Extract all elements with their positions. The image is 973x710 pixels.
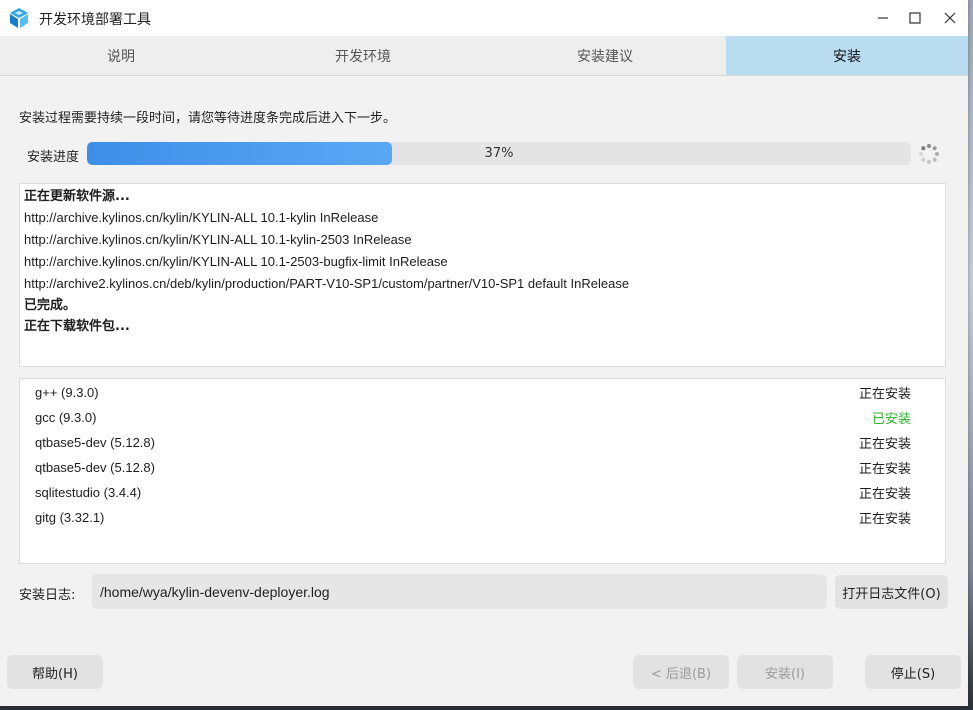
back-button[interactable]: < 后退(B) [633, 655, 729, 689]
title-bar: 开发环境部署工具 [0, 0, 968, 36]
open-log-file-button[interactable]: 打开日志文件(O) [835, 575, 948, 609]
progress-percent: 37% [484, 146, 514, 161]
package-name: gcc (9.3.0) [35, 410, 97, 425]
package-row[interactable]: qtbase5-dev (5.12.8) 正在安装 [20, 430, 945, 455]
package-status: 正在安装 [858, 387, 911, 402]
progress-label: 安装进度 [27, 150, 80, 165]
package-list: g++ (9.3.0) 正在安装 gcc (9.3.0) 已安装 qtbase5… [19, 378, 946, 564]
package-row[interactable]: gcc (9.3.0) 已安装 [20, 405, 945, 430]
package-row[interactable]: g++ (9.3.0) 正在安装 [20, 380, 945, 405]
install-log-path-field[interactable]: /home/wya/kylin-devenv-deployer.log [92, 574, 827, 609]
loading-spinner-icon [919, 144, 939, 164]
window-title: 开发环境部署工具 [39, 12, 151, 28]
tab-dev-environment[interactable]: 开发环境 [242, 36, 484, 75]
tab-bar: 说明 开发环境 安装建议 安装 [0, 36, 968, 76]
log-line: 正在更新软件源... [24, 189, 130, 204]
package-status: 已安装 [871, 412, 911, 427]
update-log-output[interactable]: 正在更新软件源... http://archive.kylinos.cn/kyl… [19, 183, 946, 367]
log-line: http://archive.kylinos.cn/kylin/KYLIN-AL… [24, 210, 379, 225]
package-name: sqlitestudio (3.4.4) [35, 485, 142, 500]
minimize-button[interactable] [868, 4, 898, 32]
package-row[interactable]: gitg (3.32.1) 正在安装 [20, 505, 945, 530]
package-status: 正在安装 [858, 487, 911, 502]
tab-description[interactable]: 说明 [0, 36, 242, 75]
maximize-button[interactable] [900, 4, 930, 32]
package-name: qtbase5-dev (5.12.8) [35, 460, 155, 475]
package-status: 正在安装 [858, 437, 911, 452]
stop-button[interactable]: 停止(S) [865, 655, 961, 689]
package-name: gitg (3.32.1) [35, 510, 105, 525]
instruction-text: 安装过程需要持续一段时间，请您等待进度条完成后进入下一步。 [19, 111, 397, 126]
install-progress-bar: 37% [87, 142, 911, 165]
maximize-icon [909, 12, 921, 24]
package-status: 正在安装 [858, 512, 911, 527]
install-log-label: 安装日志: [19, 588, 76, 603]
deployer-window: 开发环境部署工具 说明 开发环境 安装建议 安装 安装过程需要持续一段时间，请您… [0, 0, 968, 706]
package-name: qtbase5-dev (5.12.8) [35, 435, 155, 450]
install-button[interactable]: 安装(I) [737, 655, 833, 689]
log-line: 已完成。 [24, 298, 77, 313]
package-row[interactable]: qtbase5-dev (5.12.8) 正在安装 [20, 455, 945, 480]
package-status: 正在安装 [858, 462, 911, 477]
log-line: 正在下载软件包... [24, 319, 130, 334]
log-line: http://archive.kylinos.cn/kylin/KYLIN-AL… [24, 232, 412, 247]
help-button[interactable]: 帮助(H) [7, 655, 103, 689]
package-name: g++ (9.3.0) [35, 385, 99, 400]
log-line: http://archive.kylinos.cn/kylin/KYLIN-AL… [24, 254, 448, 269]
close-icon [944, 12, 956, 24]
package-row[interactable]: sqlitestudio (3.4.4) 正在安装 [20, 480, 945, 505]
tab-install[interactable]: 安装 [726, 36, 968, 75]
app-cube-icon [10, 8, 28, 28]
log-line: http://archive2.kylinos.cn/deb/kylin/pro… [24, 276, 630, 291]
close-button[interactable] [935, 4, 965, 32]
minimize-icon [878, 17, 888, 19]
tab-install-suggestion[interactable]: 安装建议 [484, 36, 726, 75]
